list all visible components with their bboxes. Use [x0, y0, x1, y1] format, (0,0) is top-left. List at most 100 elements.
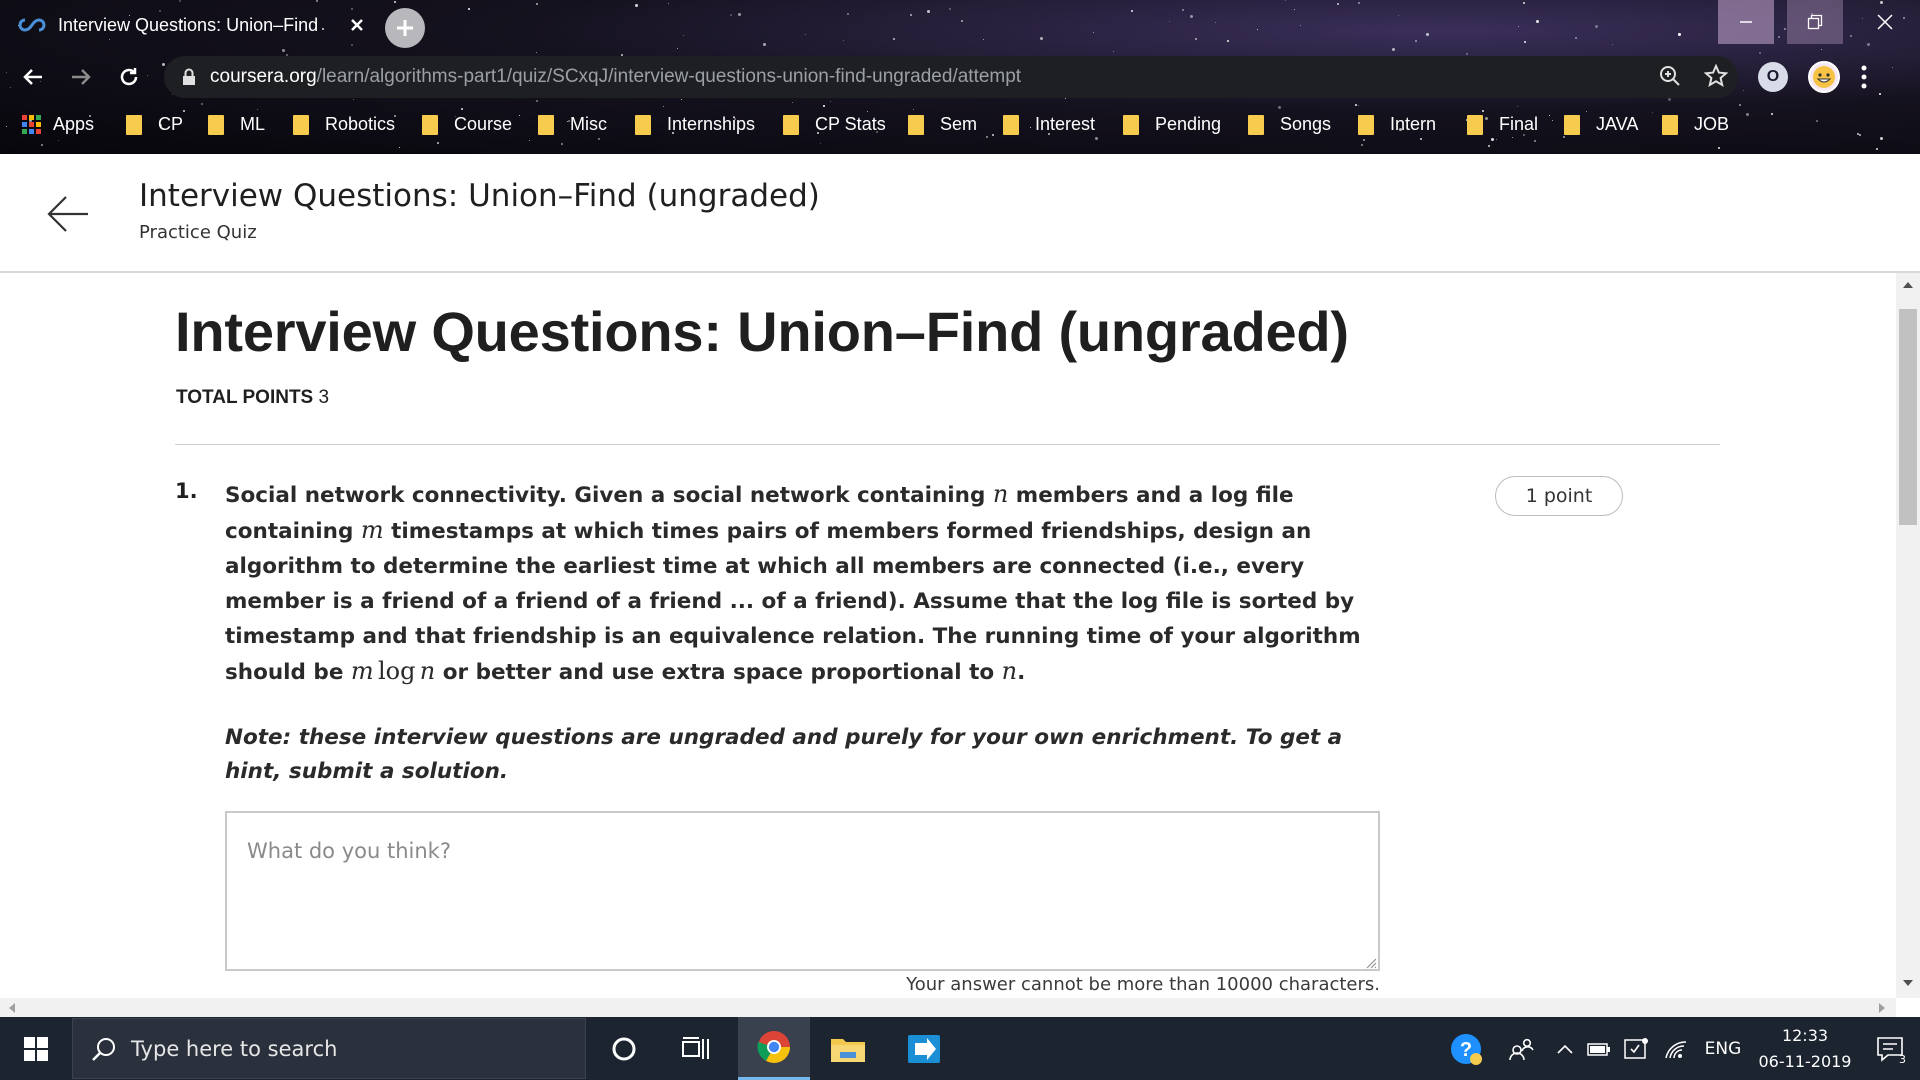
- tab-strip: Interview Questions: Union–Find: [0, 0, 1920, 50]
- start-button[interactable]: [0, 1017, 72, 1080]
- bookmark-label: Misc: [570, 114, 607, 134]
- vertical-scrollbar[interactable]: [1896, 273, 1920, 998]
- wifi-icon: [1665, 1040, 1687, 1058]
- question-note: Note: these interview questions are ungr…: [225, 725, 1343, 784]
- back-arrow-icon[interactable]: [46, 192, 90, 236]
- taskbar-chrome-app[interactable]: [738, 1017, 810, 1080]
- people-tray-item[interactable]: [1494, 1017, 1550, 1080]
- search-placeholder: Type here to search: [131, 1036, 338, 1061]
- help-question-icon: ?: [1451, 1033, 1482, 1065]
- menu-kebab-icon[interactable]: [1860, 64, 1868, 90]
- chevron-up-icon: [1557, 1044, 1573, 1054]
- tab-close-icon[interactable]: [346, 14, 368, 36]
- bookmark-folder-misc[interactable]: Misc: [538, 114, 607, 135]
- page-title: Interview Questions: Union–Find (ungrade…: [175, 300, 1349, 363]
- bookmark-folder-intern[interactable]: Intern: [1358, 114, 1436, 135]
- bookmark-label: Songs: [1280, 114, 1332, 134]
- url-path: /learn/algorithms-part1/quiz/SCxqJ/inter…: [316, 66, 1022, 87]
- taskbar-file-explorer[interactable]: [812, 1017, 884, 1080]
- folder-icon: [1467, 114, 1483, 135]
- help-tray-item[interactable]: ?: [1438, 1017, 1494, 1080]
- folder-icon: [783, 114, 799, 135]
- bookmark-folder-robotics[interactable]: Robotics: [293, 114, 395, 135]
- bookmark-folder-sem[interactable]: Sem: [908, 114, 977, 135]
- browser-toolbar: coursera.org/learn/algorithms-part1/quiz…: [0, 52, 1920, 102]
- people-icon: [1509, 1038, 1534, 1060]
- forward-button[interactable]: [66, 62, 96, 92]
- bookmark-label: Internships: [667, 114, 756, 134]
- math-complexity-log: log: [377, 657, 416, 685]
- bookmark-label: JAVA: [1596, 114, 1639, 134]
- scroll-down-icon[interactable]: [1902, 979, 1914, 987]
- folder-icon: [908, 114, 924, 135]
- arrow-right-icon: [72, 69, 91, 85]
- bookmark-folder-java[interactable]: JAVA: [1564, 114, 1638, 135]
- address-bar[interactable]: coursera.org/learn/algorithms-part1/quiz…: [164, 56, 1738, 98]
- profile-avatar[interactable]: [1808, 61, 1840, 93]
- question-text-part: or better and use extra space proportion…: [435, 660, 1002, 685]
- cortana-button[interactable]: [588, 1017, 660, 1080]
- folder-icon: [1358, 114, 1374, 135]
- action-center-button[interactable]: 3: [1860, 1017, 1920, 1080]
- total-points-label: TOTAL POINTS: [176, 387, 314, 408]
- back-button[interactable]: [18, 62, 48, 92]
- zoom-icon[interactable]: [1658, 64, 1682, 88]
- theme-star: [1517, 106, 1519, 108]
- window-close-button[interactable]: [1857, 0, 1913, 44]
- new-tab-button[interactable]: [385, 8, 425, 48]
- window-minimize-button[interactable]: [1718, 0, 1774, 44]
- wifi-tray-item[interactable]: [1656, 1017, 1696, 1080]
- minimize-icon: [1740, 21, 1752, 23]
- window-restore-button[interactable]: [1787, 0, 1843, 44]
- answer-textarea[interactable]: [225, 811, 1380, 971]
- language-indicator[interactable]: ENG: [1696, 1017, 1750, 1080]
- theme-star: [1357, 104, 1359, 106]
- tab-title: Interview Questions: Union–Find: [58, 14, 319, 35]
- bookmark-folder-songs[interactable]: Songs: [1248, 114, 1331, 135]
- scroll-right-icon[interactable]: [1878, 1002, 1886, 1014]
- math-complexity-m: m: [350, 657, 374, 685]
- horizontal-scrollbar[interactable]: [0, 998, 1896, 1017]
- bookmark-label: Sem: [940, 114, 978, 134]
- bookmark-label: CP Stats: [815, 114, 886, 134]
- math-var-m: m: [360, 516, 384, 544]
- task-view-button[interactable]: [660, 1017, 732, 1080]
- bookmark-folder-final[interactable]: Final: [1467, 114, 1538, 135]
- extension-opera-icon[interactable]: O: [1758, 62, 1788, 92]
- theme-star: [820, 142, 822, 144]
- clock[interactable]: 12:33 06-11-2019: [1750, 1017, 1860, 1080]
- bookmark-folder-ml[interactable]: ML: [208, 114, 265, 135]
- bookmark-folder-cp[interactable]: CP: [126, 114, 183, 135]
- bookmark-folder-interest[interactable]: Interest: [1003, 114, 1095, 135]
- apps-grid-icon: [22, 115, 41, 134]
- folder-icon: [1248, 114, 1264, 135]
- url-host: coursera.org: [210, 66, 317, 87]
- bookmark-folder-job[interactable]: JOB: [1662, 114, 1729, 135]
- bookmark-label: Final: [1499, 114, 1539, 134]
- clock-date: 06-11-2019: [1758, 1051, 1852, 1071]
- folder-icon: [1123, 114, 1139, 135]
- show-hidden-icons-button[interactable]: [1550, 1017, 1580, 1080]
- folder-icon: [293, 114, 309, 135]
- battery-tray-item[interactable]: [1580, 1017, 1618, 1080]
- resize-grip-icon[interactable]: [1365, 957, 1377, 969]
- bookmark-star-icon[interactable]: [1704, 64, 1728, 88]
- bookmark-label: Interest: [1035, 114, 1096, 134]
- taskbar-app-arrow[interactable]: [888, 1017, 960, 1080]
- browser-tab-active[interactable]: Interview Questions: Union–Find: [18, 6, 368, 44]
- browser-chrome: Interview Questions: Union–Find coursera…: [0, 0, 1920, 154]
- bookmark-folder-internships[interactable]: Internships: [635, 114, 755, 135]
- folder-icon: [1662, 114, 1678, 135]
- folder-icon: [538, 114, 554, 135]
- scroll-left-icon[interactable]: [8, 1002, 16, 1014]
- bookmark-folder-pending[interactable]: Pending: [1123, 114, 1221, 135]
- windows-taskbar: Type here to search ? ENG 12:33 06-11-20…: [0, 1017, 1920, 1080]
- scrollbar-thumb[interactable]: [1899, 309, 1917, 525]
- bookmark-folder-cp-stats[interactable]: CP Stats: [783, 114, 886, 135]
- taskbar-search-box[interactable]: Type here to search: [72, 1018, 586, 1079]
- security-tray-item[interactable]: [1618, 1017, 1656, 1080]
- reload-button[interactable]: [114, 62, 144, 92]
- bookmark-apps[interactable]: Apps: [22, 114, 94, 135]
- bookmark-folder-course[interactable]: Course: [422, 114, 512, 135]
- scroll-up-icon[interactable]: [1902, 281, 1914, 289]
